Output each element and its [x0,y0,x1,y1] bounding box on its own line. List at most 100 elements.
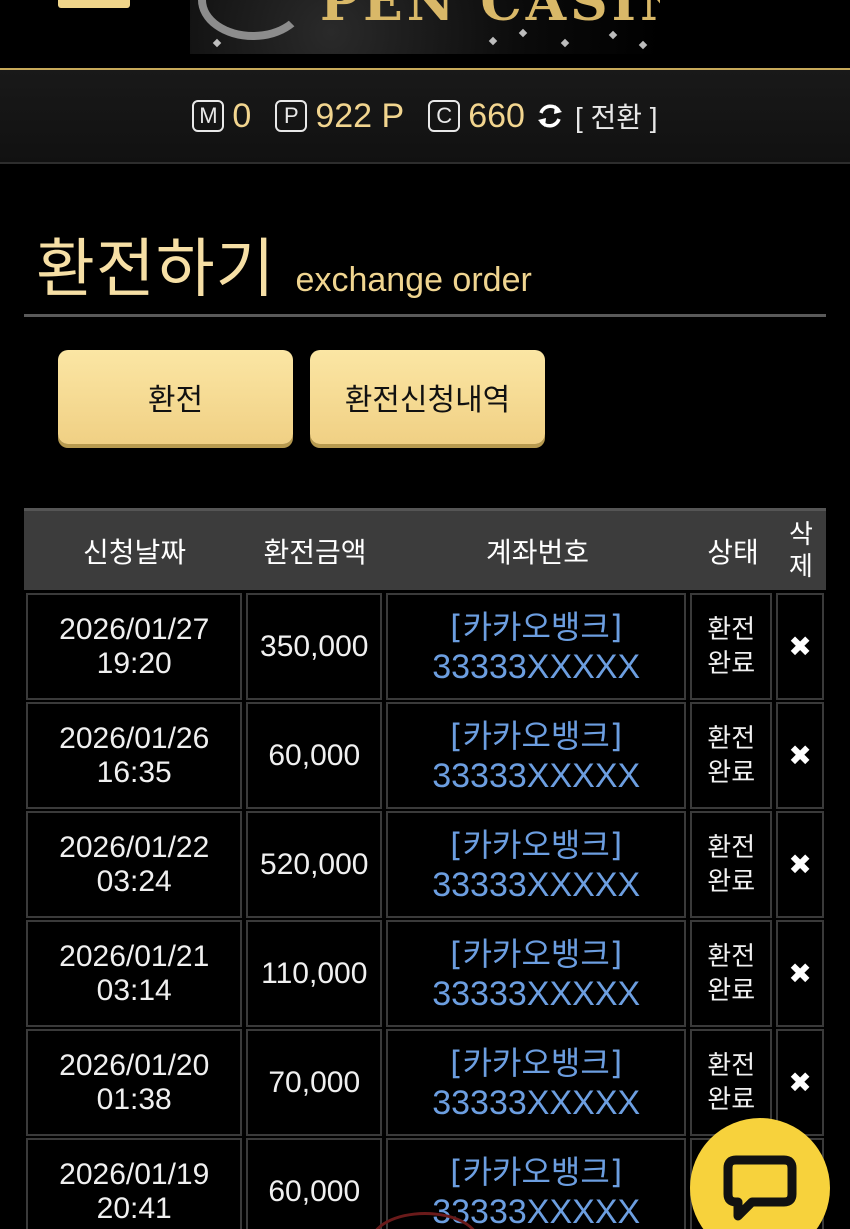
amount-cell: 110,000 [246,920,383,1027]
status-cell: 환전 완료 [690,593,773,700]
request-date: 2026/01/22 [59,830,210,864]
request-time: 03:14 [96,973,172,1007]
point-value: 922 P [315,96,405,135]
delete-cell: ✖ [776,920,824,1027]
exchange-history-button[interactable]: 환전신청내역 [310,350,545,444]
column-header-delete: 삭 제 [776,519,826,583]
status-line1: 환전 [707,832,756,863]
status-line1: 환전 [707,614,756,645]
delete-cell: ✖ [776,702,824,809]
account-number: 33333XXXXX [432,647,641,686]
request-time: 19:20 [96,646,172,680]
status-line2: 완료 [707,757,756,788]
amount-cell: 60,000 [246,702,383,809]
amount-cell: 60,000 [246,1138,383,1229]
money-balance: M 0 [192,97,251,136]
bank-name: [카카오뱅크] [450,1043,623,1082]
account-number: 33333XXXXX [432,865,641,904]
column-header-status: 상태 [707,535,759,569]
status-cell: 환전 완료 [690,920,773,1027]
account-number: 33333XXXXX [432,1083,641,1122]
coupon-value: 660 [468,96,525,135]
convert-link[interactable]: [ 전환 ] [575,96,658,136]
delete-icon[interactable]: ✖ [788,630,811,663]
request-time: 01:38 [96,1082,172,1116]
bank-name: [카카오뱅크] [450,607,623,646]
request-date: 2026/01/21 [59,939,210,973]
account-cell: [카카오뱅크] 33333XXXXX [386,920,687,1027]
date-cell: 2026/01/26 16:35 [26,702,243,809]
column-header-delete-line2: 제 [789,551,813,582]
top-header: PEN CASINO [0,0,850,70]
delete-cell: ✖ [776,593,824,700]
exchange-amount: 110,000 [261,956,368,990]
delete-icon[interactable]: ✖ [788,957,811,990]
table-row: 2026/01/27 19:20 350,000 [카카오뱅크] 33333XXXXX 환… [24,592,826,701]
column-header-account: 계좌번호 [485,535,590,569]
status-cell: 환전 완료 [690,811,773,918]
bank-name: [카카오뱅크] [450,825,623,864]
table-body: 2026/01/27 19:20 350,000 [카카오뱅크] 33333XXXXX 환… [24,592,826,1229]
exchange-amount: 350,000 [260,629,369,663]
bank-name: [카카오뱅크] [450,716,623,755]
delete-icon[interactable]: ✖ [788,739,811,772]
request-date: 2026/01/20 [59,1048,210,1082]
account-cell: [카카오뱅크] 33333XXXXX [386,593,687,700]
coupon-icon: C [428,100,461,132]
exchange-amount: 60,000 [268,1174,361,1208]
logo-text: PEN CASINO [320,0,660,33]
column-header-amount: 환전금액 [263,535,367,569]
status-line2: 완료 [707,1084,756,1115]
account-number: 33333XXXXX [432,974,641,1013]
bank-name: [카카오뱅크] [450,1152,623,1191]
delete-icon[interactable]: ✖ [788,1066,811,1099]
exchange-history-table: 신청날짜 환전금액 계좌번호 상태 삭 제 2026/01/27 19:20 350… [24,508,826,1229]
date-cell: 2026/01/20 01:38 [26,1029,243,1136]
exchange-amount: 60,000 [268,738,361,772]
status-cell: 환전 완료 [690,702,773,809]
chat-bubble-icon [723,1155,797,1221]
request-time: 20:41 [96,1191,172,1225]
request-time: 16:35 [96,755,172,789]
request-date: 2026/01/26 [59,721,210,755]
delete-cell: ✖ [776,1029,824,1136]
status-line1: 환전 [707,723,756,754]
delete-cell: ✖ [776,811,824,918]
site-logo[interactable]: PEN CASINO [190,0,660,54]
page-subtitle: exchange order [295,261,532,299]
points-bar: M 0 P 922 P C 660 [ 전환 ] [0,70,850,164]
delete-icon[interactable]: ✖ [788,848,811,881]
point-icon: P [275,100,308,132]
sparkle-icon [488,36,498,46]
page-title: 환전하기 exchange order [36,218,532,310]
sparkle-icon [560,38,570,48]
table-header: 신청날짜 환전금액 계좌번호 상태 삭 제 [24,508,826,590]
refresh-icon[interactable] [535,101,565,131]
table-row: 2026/01/22 03:24 520,000 [카카오뱅크] 33333XXXXX 환… [24,810,826,919]
exchange-amount: 70,000 [268,1065,361,1099]
account-cell: [카카오뱅크] 33333XXXXX [386,811,687,918]
status-line1: 환전 [707,941,756,972]
title-divider [24,314,826,317]
date-cell: 2026/01/21 03:14 [26,920,243,1027]
column-header-delete-line1: 삭 [789,519,813,550]
account-cell: [카카오뱅크] 33333XXXXX [386,702,687,809]
page-title-korean: 환전하기 [36,233,276,307]
bank-name: [카카오뱅크] [450,934,623,973]
amount-cell: 350,000 [246,593,383,700]
coupon-balance: C 660 [428,97,525,136]
request-date: 2026/01/19 [59,1157,210,1191]
sparkle-icon [212,38,222,48]
date-cell: 2026/01/22 03:24 [26,811,243,918]
column-header-date: 신청날짜 [82,535,187,569]
account-cell: [카카오뱅크] 33333XXXXX [386,1029,687,1136]
status-line2: 완료 [707,975,756,1006]
status-line2: 완료 [707,866,756,897]
account-number: 33333XXXXX [432,756,641,795]
request-time: 03:24 [96,864,172,898]
date-cell: 2026/01/27 19:20 [26,593,243,700]
exchange-button[interactable]: 환전 [58,350,293,444]
table-row: 2026/01/20 01:38 70,000 [카카오뱅크] 33333XXXXX 환전… [24,1028,826,1137]
money-icon: M [192,100,225,132]
menu-button[interactable] [58,0,130,8]
